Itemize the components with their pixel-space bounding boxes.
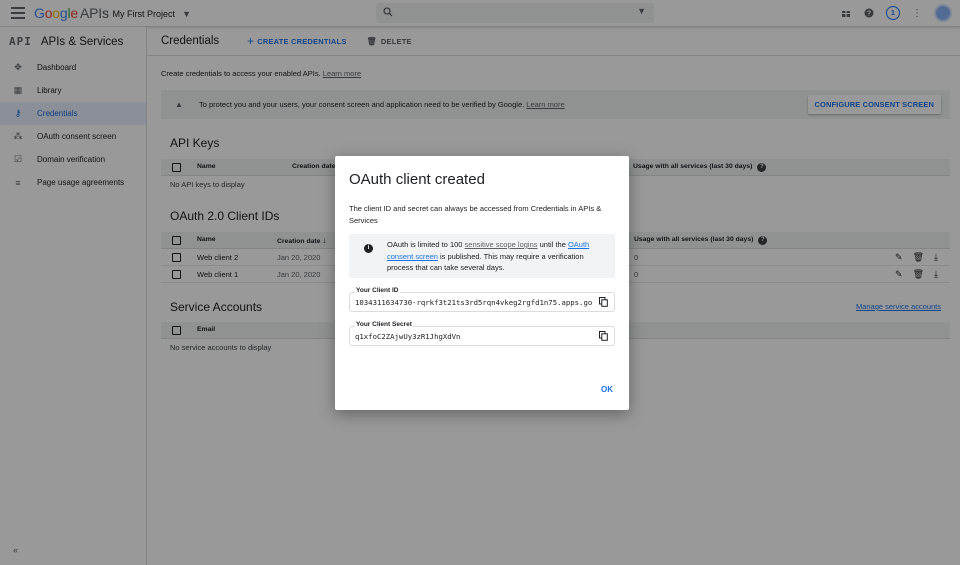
notice-part: until the	[537, 240, 568, 249]
client-id-field[interactable]: Your Client ID 1034311634730-rqrkf3t21ts…	[349, 287, 615, 312]
client-secret-field[interactable]: Your Client Secret q1xfoC2ZAjwUy3zR1JhgX…	[349, 321, 615, 346]
client-id-label: Your Client ID	[355, 287, 400, 294]
client-secret-label: Your Client Secret	[355, 321, 413, 328]
info-icon: i	[364, 244, 373, 253]
oauth-limit-notice: i OAuth is limited to 100 sensitive scop…	[349, 234, 615, 278]
ok-button[interactable]: OK	[601, 385, 613, 394]
oauth-client-created-dialog: OAuth client created The client ID and s…	[335, 156, 629, 410]
client-secret-value[interactable]: q1xfoC2ZAjwUy3zR1JhgXdVn	[355, 332, 592, 341]
notice-text: OAuth is limited to 100 sensitive scope …	[387, 239, 607, 274]
client-id-value[interactable]: 1034311634730-rqrkf3t21ts3rd5rqn4vkeg2rg…	[355, 298, 592, 307]
dialog-description: The client ID and secret can always be a…	[349, 204, 602, 225]
notice-part: OAuth is limited to 100	[387, 240, 465, 249]
dialog-title: OAuth client created	[349, 171, 485, 188]
copy-icon[interactable]	[599, 331, 608, 341]
copy-icon[interactable]	[599, 297, 608, 307]
sensitive-scope-logins-link[interactable]: sensitive scope logins	[465, 240, 538, 249]
